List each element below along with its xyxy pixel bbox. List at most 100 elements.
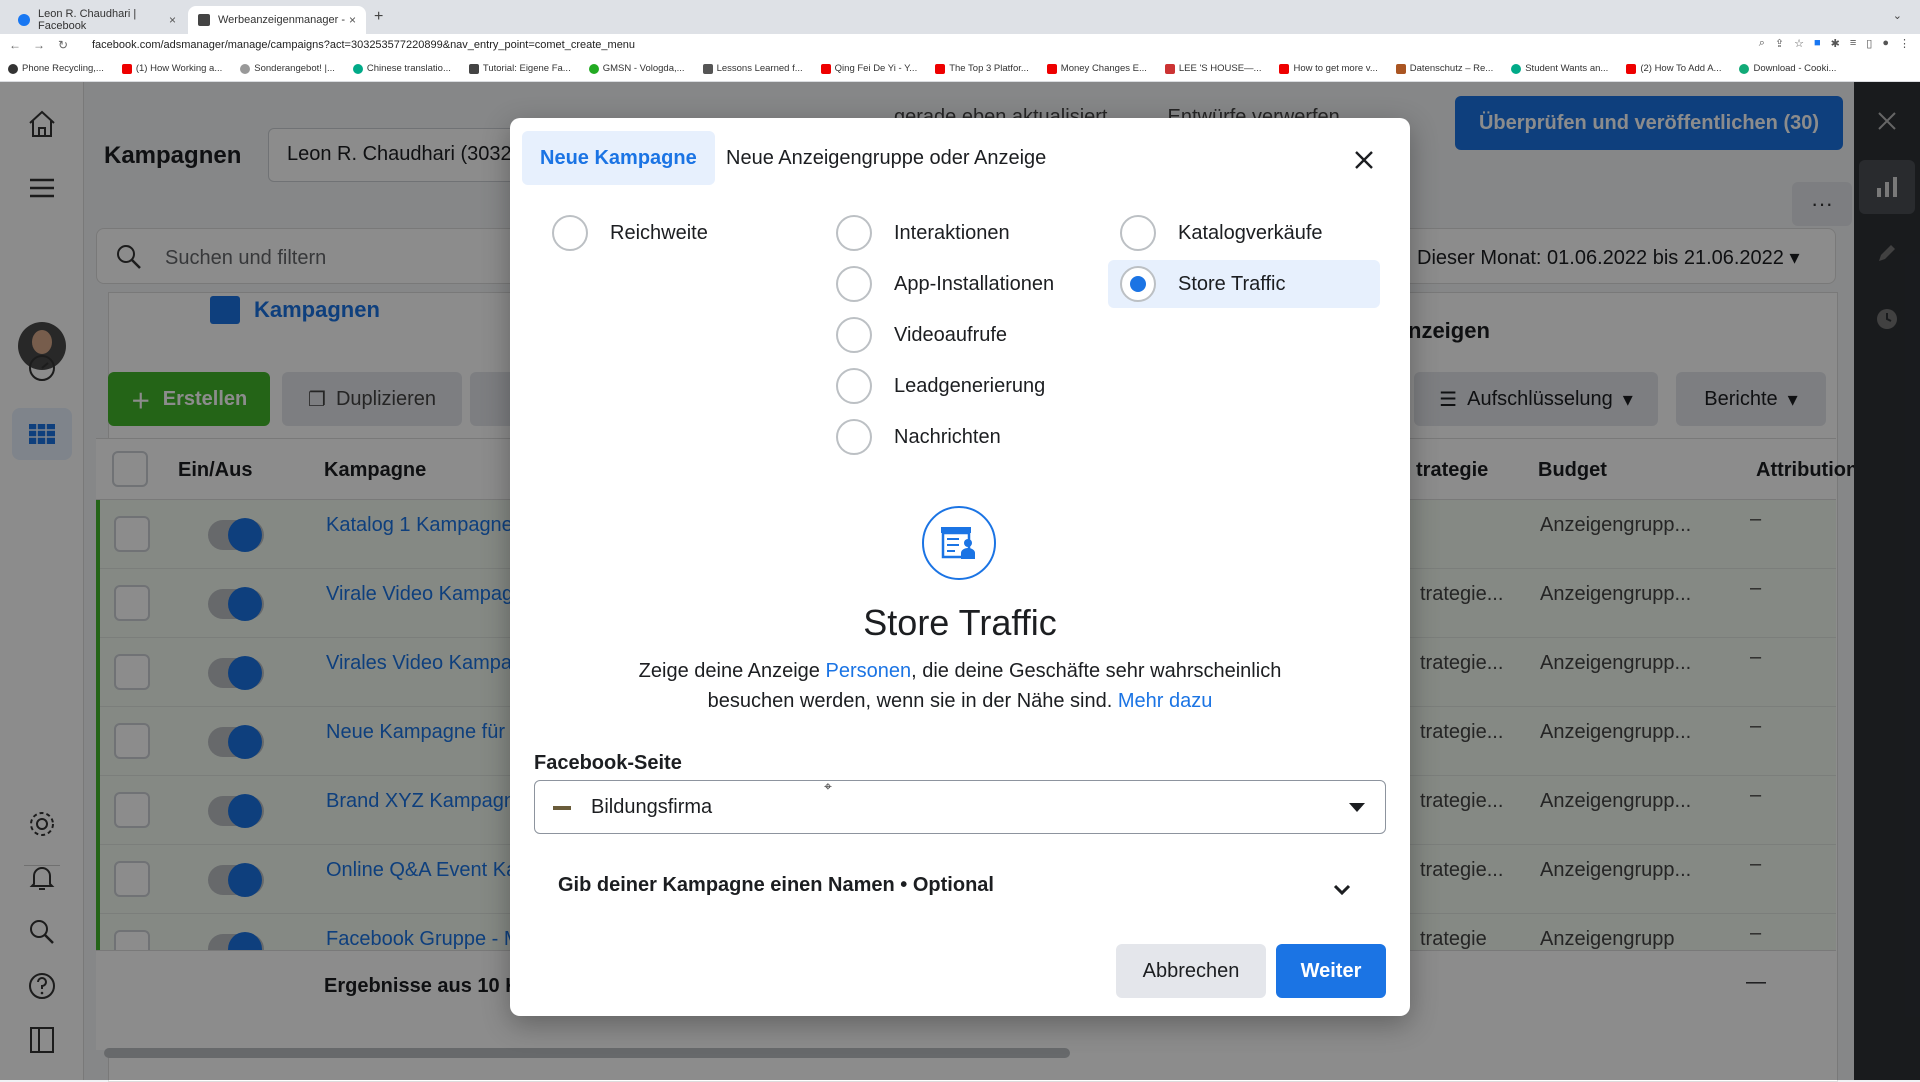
- close-tab-icon[interactable]: ×: [169, 13, 176, 27]
- bookmark[interactable]: The Top 3 Platfor...: [935, 63, 1029, 74]
- objective-option-messages[interactable]: Nachrichten: [824, 413, 1001, 461]
- objective-option-engagement[interactable]: Interaktionen: [824, 209, 1010, 257]
- option-label: Store Traffic: [1178, 272, 1286, 295]
- radio-button[interactable]: [1120, 215, 1156, 251]
- back-icon[interactable]: ←: [6, 38, 24, 52]
- objective-option-catalog-sales[interactable]: Katalogverkäufe: [1108, 209, 1323, 257]
- objective-option-lead-generation[interactable]: Leadgenerierung: [824, 362, 1045, 410]
- bookmark-label: The Top 3 Platfor...: [949, 63, 1029, 74]
- radio-button-selected[interactable]: [1120, 266, 1156, 302]
- option-label: Reichweite: [610, 221, 708, 244]
- bookmark-icon: [702, 63, 713, 74]
- option-label: Interaktionen: [894, 221, 1010, 244]
- cancel-button[interactable]: Abbrechen: [1116, 944, 1266, 998]
- menu-icon[interactable]: ⋮: [1899, 37, 1910, 50]
- facebook-ext-icon[interactable]: ■: [1814, 37, 1821, 50]
- bookmark-label: Student Wants an...: [1525, 63, 1609, 74]
- forward-icon[interactable]: →: [30, 38, 48, 52]
- close-tab-icon[interactable]: ×: [349, 13, 356, 27]
- bookmark-label: Sonderangebot! |...: [254, 63, 335, 74]
- bookmark[interactable]: Chinese translatio...: [352, 63, 451, 74]
- radio-button[interactable]: [552, 215, 588, 251]
- objective-title: Store Traffic: [863, 602, 1057, 643]
- browser-extension-icons: ⌕ ⇪ ☆ ■ ✱ ≡ ▯ ● ⋮: [1759, 37, 1910, 50]
- bookmark-label: How to get more v...: [1293, 63, 1378, 74]
- campaign-name-expander[interactable]: Gib deiner Kampagne einen Namen • Option…: [558, 874, 994, 897]
- bookmark-icon: [1164, 63, 1175, 74]
- zoom-icon[interactable]: ⌕: [1759, 37, 1765, 50]
- star-icon[interactable]: ☆: [1794, 37, 1804, 50]
- store-traffic-icon: [922, 506, 996, 580]
- objective-option-reach[interactable]: Reichweite: [540, 209, 708, 257]
- bookmarks-bar: Phone Recycling,... (1) How Working a...…: [0, 56, 1920, 82]
- bookmark-label: (1) How Working a...: [135, 63, 223, 74]
- youtube-icon: [1046, 63, 1057, 74]
- profile-icon[interactable]: ●: [1882, 37, 1889, 50]
- bookmark-label: Download - Cooki...: [1753, 63, 1837, 74]
- chevron-down-icon[interactable]: [1330, 878, 1354, 902]
- objective-option-video-views[interactable]: Videoaufrufe: [824, 311, 1007, 359]
- url-field[interactable]: facebook.com/adsmanager/manage/campaigns…: [92, 39, 635, 51]
- radio-button[interactable]: [836, 215, 872, 251]
- browser-tab-facebook[interactable]: Leon R. Chaudhari | Facebook ×: [8, 6, 186, 34]
- tab-title: Leon R. Chaudhari | Facebook: [38, 8, 137, 32]
- sidepanel-icon[interactable]: ▯: [1866, 37, 1872, 50]
- puzzle-icon[interactable]: ✱: [1831, 37, 1840, 50]
- caret-down-icon: [1349, 803, 1365, 812]
- option-label: Katalogverkäufe: [1178, 221, 1323, 244]
- bookmark-label: Lessons Learned f...: [716, 63, 803, 74]
- bookmark[interactable]: How to get more v...: [1279, 63, 1378, 74]
- bookmark[interactable]: (2) How To Add A...: [1626, 63, 1721, 74]
- youtube-icon: [935, 63, 946, 74]
- bookmark[interactable]: Phone Recycling,...: [8, 63, 104, 74]
- radio-button[interactable]: [836, 419, 872, 455]
- mouse-pointer-icon: ⌖: [824, 778, 832, 794]
- bookmark[interactable]: LEE 'S HOUSE—...: [1164, 63, 1261, 74]
- tab-new-campaign[interactable]: Neue Kampagne: [522, 131, 715, 185]
- objective-option-store-traffic[interactable]: Store Traffic: [1108, 260, 1380, 308]
- bookmark[interactable]: Datenschutz – Re...: [1395, 63, 1494, 74]
- bookmark[interactable]: Student Wants an...: [1511, 63, 1608, 74]
- radio-button[interactable]: [836, 266, 872, 302]
- radio-button[interactable]: [836, 317, 872, 353]
- media-icon[interactable]: ≡: [1850, 37, 1856, 50]
- close-icon[interactable]: [1346, 142, 1382, 178]
- browser-tab-bar: Leon R. Chaudhari | Facebook × Werbeanze…: [0, 0, 1920, 34]
- browser-tab-adsmanager[interactable]: Werbeanzeigenmanager - Wer ×: [188, 6, 366, 34]
- bookmark[interactable]: (1) How Working a...: [121, 63, 223, 74]
- option-label: Leadgenerierung: [894, 374, 1046, 397]
- new-tab-button[interactable]: +: [374, 8, 383, 26]
- bookmark-icon: [588, 63, 599, 74]
- bookmark[interactable]: Money Changes E...: [1046, 63, 1147, 74]
- bookmark[interactable]: Qing Fei De Yi - Y...: [820, 63, 917, 74]
- bookmark-label: Tutorial: Eigene Fa...: [482, 63, 571, 74]
- bookmark[interactable]: Download - Cooki...: [1739, 63, 1836, 74]
- tab-search-chevron-icon[interactable]: ⌄: [1893, 9, 1902, 22]
- facebook-page-select[interactable]: Bildungsfirma: [534, 780, 1386, 834]
- youtube-icon: [1626, 63, 1637, 74]
- bookmark[interactable]: GMSN - Vologda,...: [588, 63, 685, 74]
- bookmark[interactable]: Lessons Learned f...: [702, 63, 803, 74]
- bookmark[interactable]: Sonderangebot! |...: [240, 63, 335, 74]
- objective-option-app-installs[interactable]: App-Installationen: [824, 260, 1054, 308]
- objective-description: Zeige deine Anzeige Personen, die deine …: [610, 656, 1310, 716]
- bookmark-icon: [352, 63, 363, 74]
- people-link[interactable]: Personen: [825, 660, 911, 682]
- page-thumbnail: [553, 806, 571, 810]
- bookmark[interactable]: Tutorial: Eigene Fa...: [468, 63, 571, 74]
- share-icon[interactable]: ⇪: [1775, 37, 1784, 50]
- reload-icon[interactable]: ↻: [54, 38, 72, 52]
- hashtag-icon: [468, 63, 479, 74]
- description-text: Zeige deine Anzeige: [638, 660, 826, 682]
- next-button[interactable]: Weiter: [1276, 944, 1386, 998]
- bookmark-icon: [1511, 63, 1522, 74]
- address-bar: ← → ↻ facebook.com/adsmanager/manage/cam…: [0, 34, 1920, 56]
- learn-more-link[interactable]: Mehr dazu: [1118, 690, 1213, 712]
- bookmark-label: Money Changes E...: [1060, 63, 1147, 74]
- youtube-icon: [820, 63, 831, 74]
- bookmark-label: Datenschutz – Re...: [1409, 63, 1494, 74]
- create-campaign-dialog: Neue Kampagne Neue Anzeigengruppe oder A…: [510, 118, 1410, 1016]
- tab-new-adset-or-ad[interactable]: Neue Anzeigengruppe oder Anzeige: [708, 131, 1064, 185]
- bookmark-icon: [8, 63, 18, 74]
- radio-button[interactable]: [836, 368, 872, 404]
